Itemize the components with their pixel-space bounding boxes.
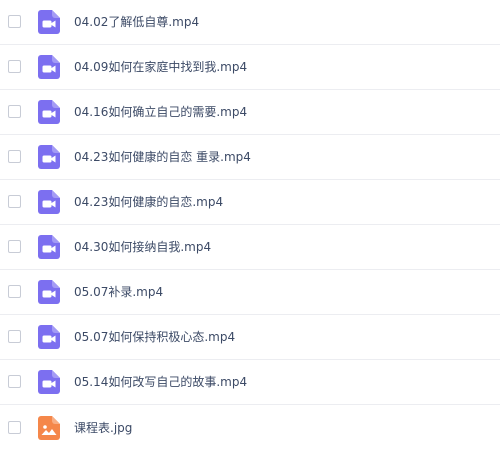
file-name[interactable]: 课程表.jpg xyxy=(74,420,132,436)
file-list: 04.02了解低自尊.mp4 04.09如何在家庭中找到我.mp4 04.16如… xyxy=(0,0,500,450)
file-name[interactable]: 05.07补录.mp4 xyxy=(74,284,163,300)
file-name[interactable]: 04.23如何健康的自恋 重录.mp4 xyxy=(74,149,251,165)
file-name[interactable]: 04.16如何确立自己的需要.mp4 xyxy=(74,104,247,120)
video-file-icon xyxy=(38,280,60,304)
file-name[interactable]: 05.14如何改写自己的故事.mp4 xyxy=(74,374,247,390)
image-file-icon xyxy=(38,415,60,440)
video-file-icon xyxy=(38,370,60,394)
row-checkbox[interactable] xyxy=(8,150,21,163)
file-row[interactable]: 05.07如何保持积极心态.mp4 xyxy=(0,315,500,360)
row-checkbox[interactable] xyxy=(8,195,21,208)
file-row[interactable]: 04.09如何在家庭中找到我.mp4 xyxy=(0,45,500,90)
row-checkbox[interactable] xyxy=(8,330,21,343)
file-row[interactable]: 04.23如何健康的自恋.mp4 xyxy=(0,180,500,225)
file-name[interactable]: 04.09如何在家庭中找到我.mp4 xyxy=(74,59,247,75)
file-row[interactable]: 05.07补录.mp4 xyxy=(0,270,500,315)
row-checkbox[interactable] xyxy=(8,105,21,118)
video-file-icon xyxy=(38,145,60,169)
file-name[interactable]: 05.07如何保持积极心态.mp4 xyxy=(74,329,235,345)
video-file-icon xyxy=(38,10,60,34)
row-checkbox[interactable] xyxy=(8,15,21,28)
row-checkbox[interactable] xyxy=(8,420,21,434)
file-row[interactable]: 05.14如何改写自己的故事.mp4 xyxy=(0,360,500,405)
file-row[interactable]: 04.30如何接纳自我.mp4 xyxy=(0,225,500,270)
file-row[interactable]: 课程表.jpg xyxy=(0,405,500,450)
file-name[interactable]: 04.02了解低自尊.mp4 xyxy=(74,14,199,30)
video-file-icon xyxy=(38,55,60,79)
row-checkbox[interactable] xyxy=(8,375,21,388)
file-row[interactable]: 04.16如何确立自己的需要.mp4 xyxy=(0,90,500,135)
row-checkbox[interactable] xyxy=(8,285,21,298)
file-row[interactable]: 04.02了解低自尊.mp4 xyxy=(0,0,500,45)
video-file-icon xyxy=(38,325,60,349)
row-checkbox[interactable] xyxy=(8,60,21,73)
file-name[interactable]: 04.23如何健康的自恋.mp4 xyxy=(74,194,223,210)
file-name[interactable]: 04.30如何接纳自我.mp4 xyxy=(74,239,211,255)
video-file-icon xyxy=(38,235,60,259)
file-row[interactable]: 04.23如何健康的自恋 重录.mp4 xyxy=(0,135,500,180)
row-checkbox[interactable] xyxy=(8,240,21,253)
video-file-icon xyxy=(38,190,60,214)
video-file-icon xyxy=(38,100,60,124)
